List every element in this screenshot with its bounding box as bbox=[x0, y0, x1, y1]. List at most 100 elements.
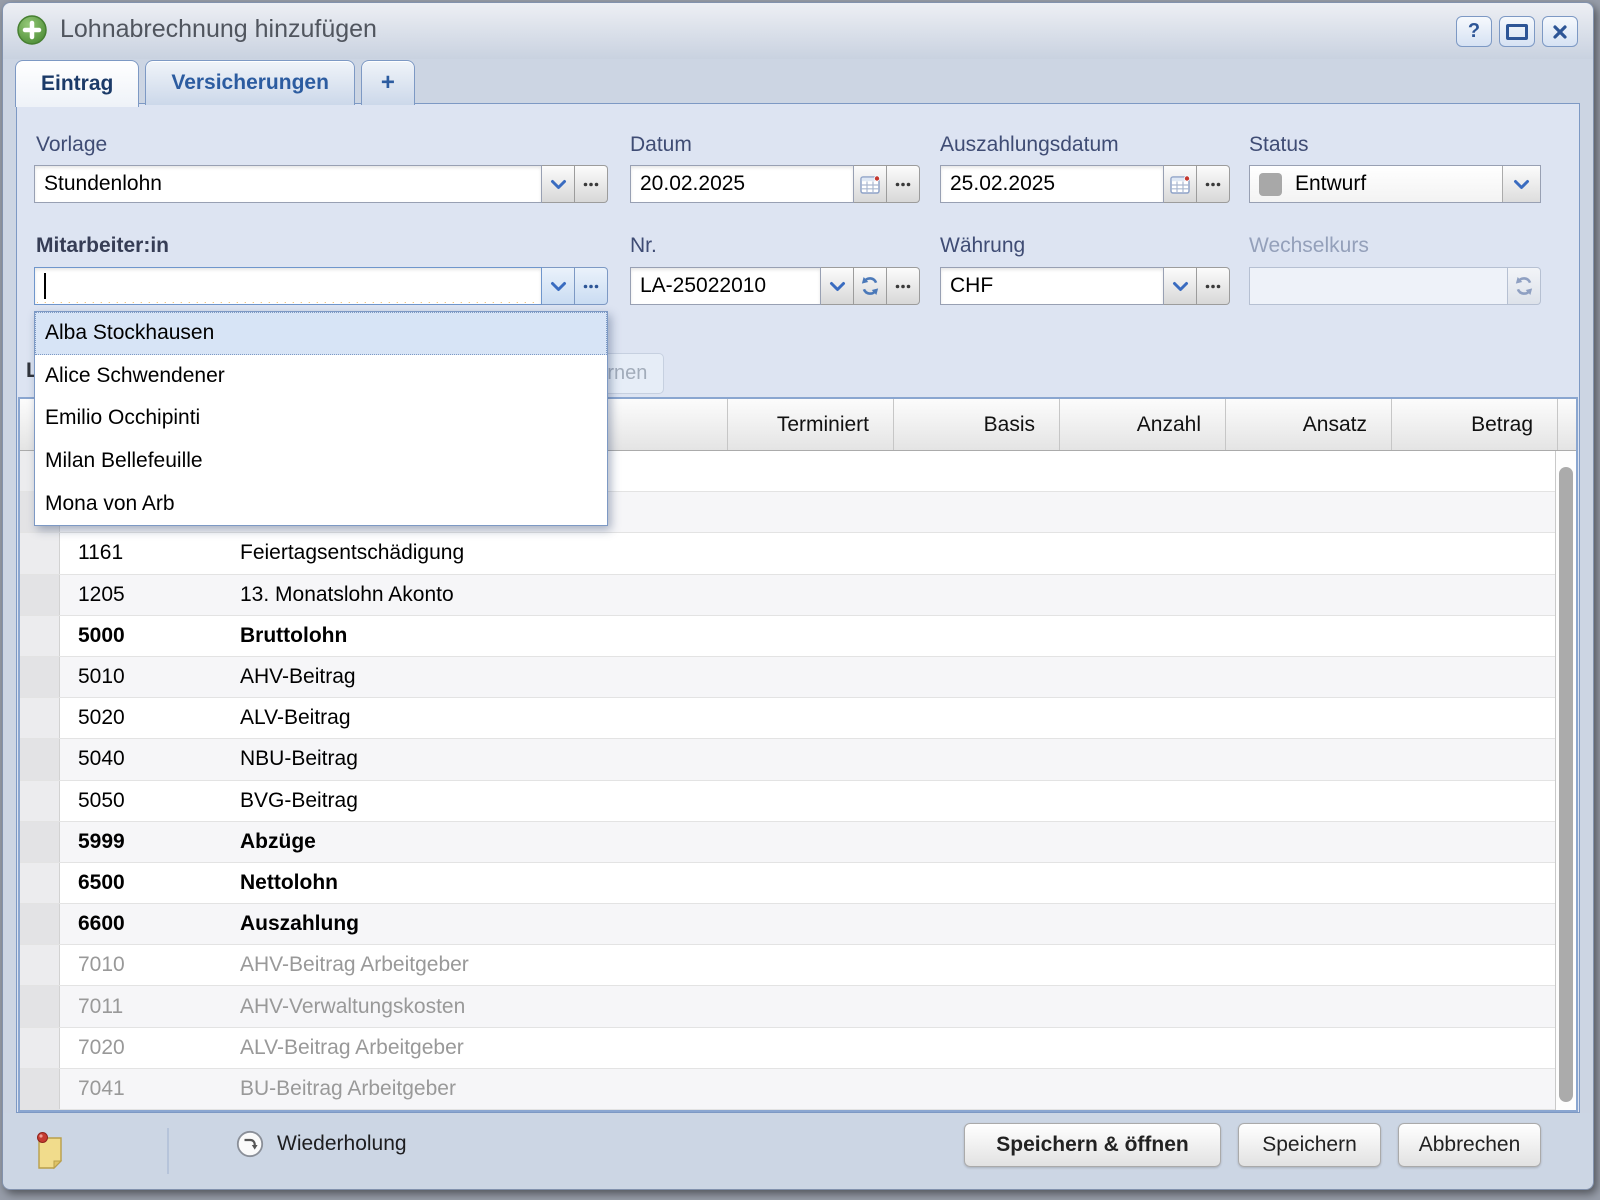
waehrung-more-button[interactable] bbox=[1197, 267, 1230, 305]
dropdown-option[interactable]: Alba Stockhausen bbox=[35, 312, 607, 355]
nr-refresh-button[interactable] bbox=[854, 267, 887, 305]
nr-input[interactable]: LA-25022010 bbox=[630, 267, 821, 305]
auszahlungsdatum-calendar-button[interactable] bbox=[1164, 165, 1197, 203]
header-ansatz[interactable]: Ansatz bbox=[1225, 399, 1391, 450]
datum-calendar-button[interactable] bbox=[854, 165, 887, 203]
table-row[interactable]: 6500Nettolohn bbox=[20, 863, 1555, 904]
datum-input[interactable]: 20.02.2025 bbox=[630, 165, 854, 203]
ellipsis-icon bbox=[583, 182, 599, 187]
waehrung-combobox: CHF bbox=[940, 267, 1230, 305]
wechselkurs-field bbox=[1249, 267, 1541, 305]
ellipsis-icon bbox=[895, 182, 911, 187]
row-gutter bbox=[20, 781, 60, 821]
datum-label: Datum bbox=[630, 133, 692, 157]
waehrung-dropdown-button[interactable] bbox=[1164, 267, 1197, 305]
row-description: 6500Nettolohn bbox=[60, 863, 1555, 903]
header-basis[interactable]: Basis bbox=[893, 399, 1059, 450]
dropdown-option[interactable]: Alice Schwendener bbox=[35, 355, 607, 398]
table-row[interactable]: 5000Bruttolohn bbox=[20, 616, 1555, 657]
mitarbeiter-combobox bbox=[34, 267, 608, 305]
sticky-note-icon bbox=[34, 1130, 66, 1172]
status-value: Entwurf bbox=[1295, 172, 1502, 196]
row-gutter bbox=[20, 986, 60, 1026]
tab-add[interactable]: + bbox=[361, 60, 415, 105]
mitarbeiter-more-button[interactable] bbox=[575, 267, 608, 305]
row-description: 7010AHV-Beitrag Arbeitgeber bbox=[60, 945, 1555, 985]
row-description: 5020ALV-Beitrag bbox=[60, 698, 1555, 738]
table-row[interactable]: 7020ALV-Beitrag Arbeitgeber bbox=[20, 1028, 1555, 1069]
close-button[interactable] bbox=[1542, 16, 1578, 47]
ellipsis-icon bbox=[895, 284, 911, 289]
header-terminiert[interactable]: Terminiert bbox=[727, 399, 893, 450]
header-betrag[interactable]: Betrag bbox=[1391, 399, 1557, 450]
status-dropdown-button[interactable] bbox=[1502, 166, 1540, 202]
mitarbeiter-dropdown-button[interactable] bbox=[542, 267, 575, 305]
row-gutter bbox=[20, 863, 60, 903]
row-description: 5040NBU-Beitrag bbox=[60, 739, 1555, 779]
waehrung-input[interactable]: CHF bbox=[940, 267, 1164, 305]
chevron-down-icon bbox=[1172, 281, 1189, 292]
entry-panel: Vorlage Datum Auszahlungsdatum Status St… bbox=[16, 103, 1580, 1113]
row-description: 6600Auszahlung bbox=[60, 904, 1555, 944]
vorlage-combobox: Stundenlohn bbox=[34, 165, 608, 203]
note-button[interactable] bbox=[34, 1130, 66, 1177]
vorlage-more-button[interactable] bbox=[575, 165, 608, 203]
row-gutter bbox=[20, 657, 60, 697]
row-description: 5050BVG-Beitrag bbox=[60, 781, 1555, 821]
nr-more-button[interactable] bbox=[887, 267, 920, 305]
chevron-down-icon bbox=[1513, 179, 1530, 190]
table-row[interactable]: 7041BU-Beitrag Arbeitgeber bbox=[20, 1069, 1555, 1110]
table-row[interactable]: 5020ALV-Beitrag bbox=[20, 698, 1555, 739]
dropdown-option[interactable]: Mona von Arb bbox=[35, 482, 607, 525]
cancel-button[interactable]: Abbrechen bbox=[1398, 1123, 1541, 1167]
nr-field: LA-25022010 bbox=[630, 267, 920, 305]
status-color-badge bbox=[1259, 173, 1282, 196]
tab-eintrag[interactable]: Eintrag bbox=[15, 60, 139, 107]
row-gutter bbox=[20, 533, 60, 573]
vorlage-label: Vorlage bbox=[36, 133, 107, 157]
save-button[interactable]: Speichern bbox=[1238, 1123, 1381, 1167]
plus-icon: + bbox=[381, 69, 395, 97]
row-description: 5010AHV-Beitrag bbox=[60, 657, 1555, 697]
maximize-icon bbox=[1506, 24, 1528, 40]
employee-dropdown: Alba StockhausenAlice SchwendenerEmilio … bbox=[34, 311, 608, 526]
scrollbar-track[interactable] bbox=[1556, 451, 1576, 1110]
mitarbeiter-input[interactable] bbox=[34, 267, 542, 305]
row-gutter bbox=[20, 575, 60, 615]
table-row[interactable]: 120513. Monatslohn Akonto bbox=[20, 575, 1555, 616]
auszahlungsdatum-label: Auszahlungsdatum bbox=[940, 133, 1119, 157]
help-button[interactable]: ? bbox=[1456, 16, 1492, 47]
nr-dropdown-button[interactable] bbox=[821, 267, 854, 305]
row-description: 7011AHV-Verwaltungskosten bbox=[60, 986, 1555, 1026]
table-row[interactable]: 5999Abzüge bbox=[20, 822, 1555, 863]
status-select[interactable]: Entwurf bbox=[1249, 165, 1541, 203]
table-row[interactable]: 5040NBU-Beitrag bbox=[20, 739, 1555, 780]
vorlage-dropdown-button[interactable] bbox=[542, 165, 575, 203]
wiederholung-label[interactable]: Wiederholung bbox=[277, 1132, 407, 1156]
tab-versicherungen[interactable]: Versicherungen bbox=[145, 60, 355, 105]
nr-label: Nr. bbox=[630, 234, 657, 258]
auszahlungsdatum-input[interactable]: 25.02.2025 bbox=[940, 165, 1164, 203]
table-row[interactable]: 7011AHV-Verwaltungskosten bbox=[20, 986, 1555, 1027]
auszahlungsdatum-more-button[interactable] bbox=[1197, 165, 1230, 203]
save-and-open-button[interactable]: Speichern & öffnen bbox=[964, 1123, 1221, 1167]
table-row[interactable]: 6600Auszahlung bbox=[20, 904, 1555, 945]
datum-more-button[interactable] bbox=[887, 165, 920, 203]
row-gutter bbox=[20, 904, 60, 944]
dropdown-option[interactable]: Emilio Occhipinti bbox=[35, 397, 607, 440]
repeat-icon[interactable] bbox=[235, 1129, 265, 1159]
table-row[interactable]: 1161Feiertagsentschädigung bbox=[20, 533, 1555, 574]
ellipsis-icon bbox=[583, 284, 599, 289]
help-icon: ? bbox=[1468, 20, 1480, 43]
table-row[interactable]: 5050BVG-Beitrag bbox=[20, 781, 1555, 822]
table-row[interactable]: 7010AHV-Beitrag Arbeitgeber bbox=[20, 945, 1555, 986]
maximize-button[interactable] bbox=[1499, 16, 1535, 47]
table-row[interactable]: 5010AHV-Beitrag bbox=[20, 657, 1555, 698]
row-description: 7041BU-Beitrag Arbeitgeber bbox=[60, 1069, 1555, 1109]
vorlage-input[interactable]: Stundenlohn bbox=[34, 165, 542, 203]
row-gutter bbox=[20, 739, 60, 779]
dropdown-option[interactable]: Milan Bellefeuille bbox=[35, 440, 607, 483]
ellipsis-icon bbox=[1205, 284, 1221, 289]
scrollbar-thumb[interactable] bbox=[1559, 467, 1573, 1102]
header-anzahl[interactable]: Anzahl bbox=[1059, 399, 1225, 450]
